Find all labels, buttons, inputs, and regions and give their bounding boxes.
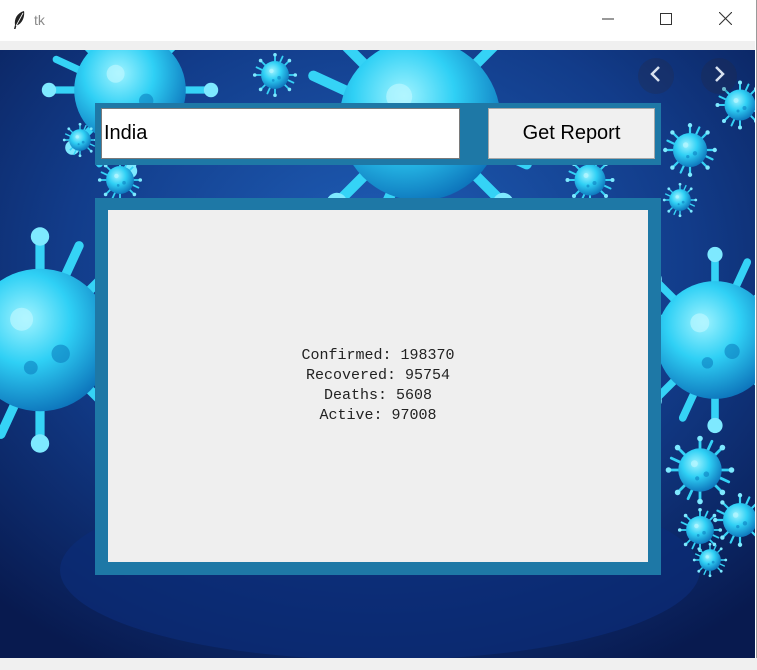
chevron-right-icon: [712, 65, 726, 88]
get-report-button[interactable]: Get Report: [488, 108, 655, 159]
active-count: Active: 97008: [319, 407, 437, 424]
maximize-icon: [660, 12, 672, 30]
app-canvas: Get Report Confirmed: 198370 Recovered: …: [0, 50, 755, 658]
recovered-count: Recovered: 95754: [305, 367, 451, 384]
window-title: tk: [34, 12, 45, 28]
next-arrow[interactable]: [701, 58, 737, 94]
report-panel: Confirmed: 198370 Recovered: 95754 Death…: [108, 210, 648, 562]
minimize-icon: [602, 12, 614, 30]
country-input[interactable]: [101, 108, 460, 159]
previous-arrow[interactable]: [638, 58, 674, 94]
close-icon: [718, 11, 732, 30]
close-button[interactable]: [696, 0, 754, 41]
feather-icon: [11, 10, 27, 30]
app-window: tk India Get Report Confirmed: 198370 Re…: [0, 0, 757, 670]
window-top-border: [0, 41, 755, 50]
confirmed-count: Confirmed: 198370: [301, 347, 455, 364]
chevron-left-icon: [649, 65, 663, 88]
window-bottom-border: [0, 658, 757, 670]
minimize-button[interactable]: [579, 0, 637, 41]
deaths-count: Deaths: 5608: [323, 387, 433, 404]
title-bar: tk: [0, 0, 755, 41]
maximize-button[interactable]: [637, 0, 695, 41]
